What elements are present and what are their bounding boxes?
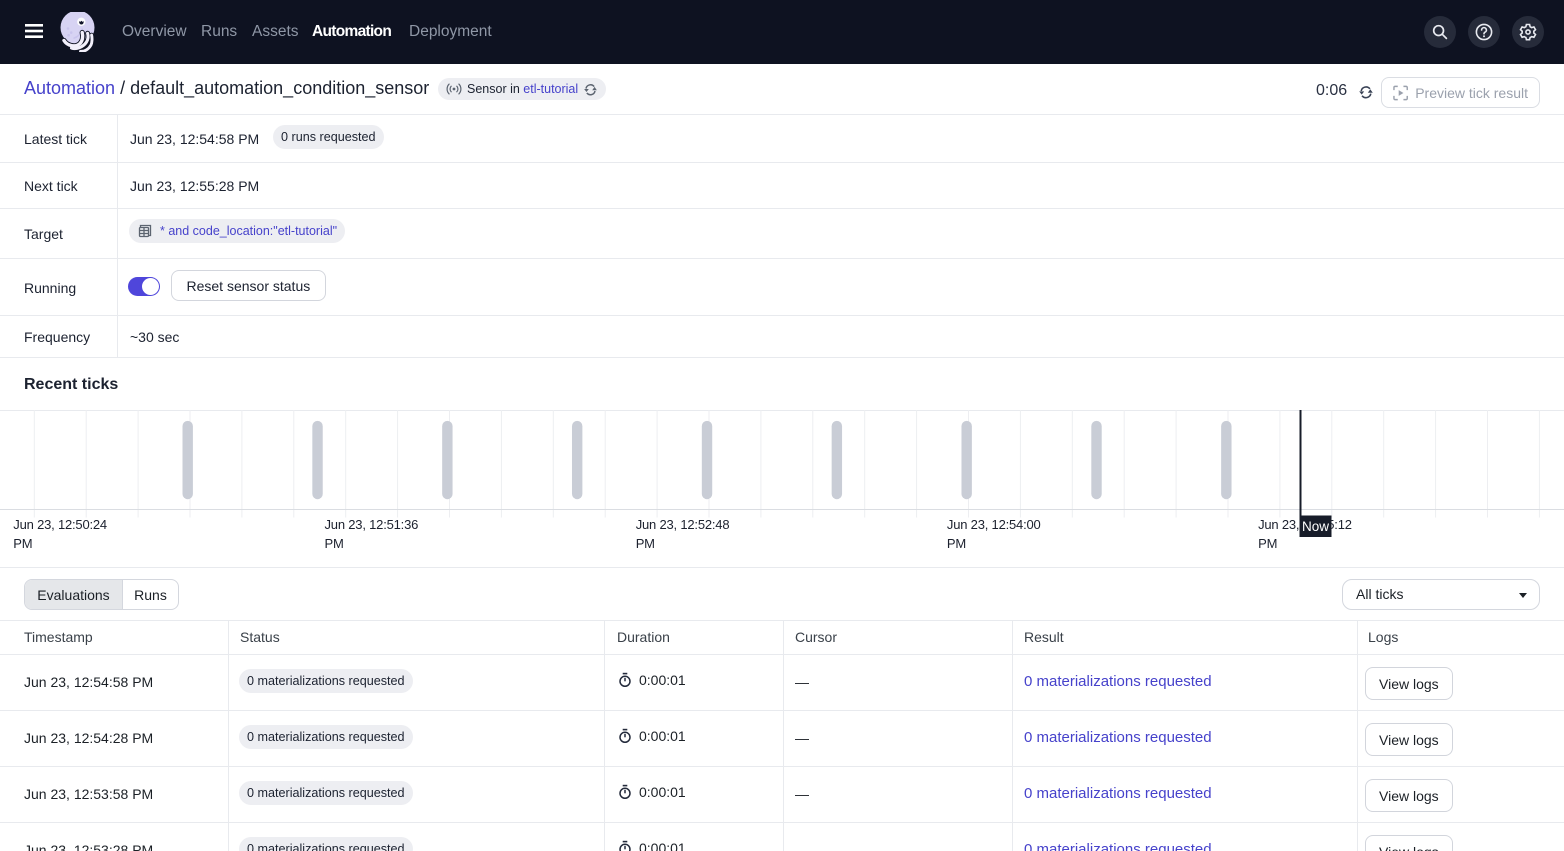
svg-text:PM: PM bbox=[13, 536, 32, 551]
svg-text:PM: PM bbox=[947, 536, 966, 551]
svg-text:Jun 23, 12:54:00: Jun 23, 12:54:00 bbox=[947, 517, 1041, 532]
svg-text:Jun 23, 12:51:36: Jun 23, 12:51:36 bbox=[325, 517, 419, 532]
svg-text:Now: Now bbox=[1302, 519, 1329, 534]
svg-text:PM: PM bbox=[1258, 536, 1277, 551]
svg-text:Jun 23, 12:52:48: Jun 23, 12:52:48 bbox=[636, 517, 730, 532]
svg-text:PM: PM bbox=[325, 536, 344, 551]
svg-text:PM: PM bbox=[636, 536, 655, 551]
svg-text:Jun 23, 12:50:24: Jun 23, 12:50:24 bbox=[13, 517, 107, 532]
